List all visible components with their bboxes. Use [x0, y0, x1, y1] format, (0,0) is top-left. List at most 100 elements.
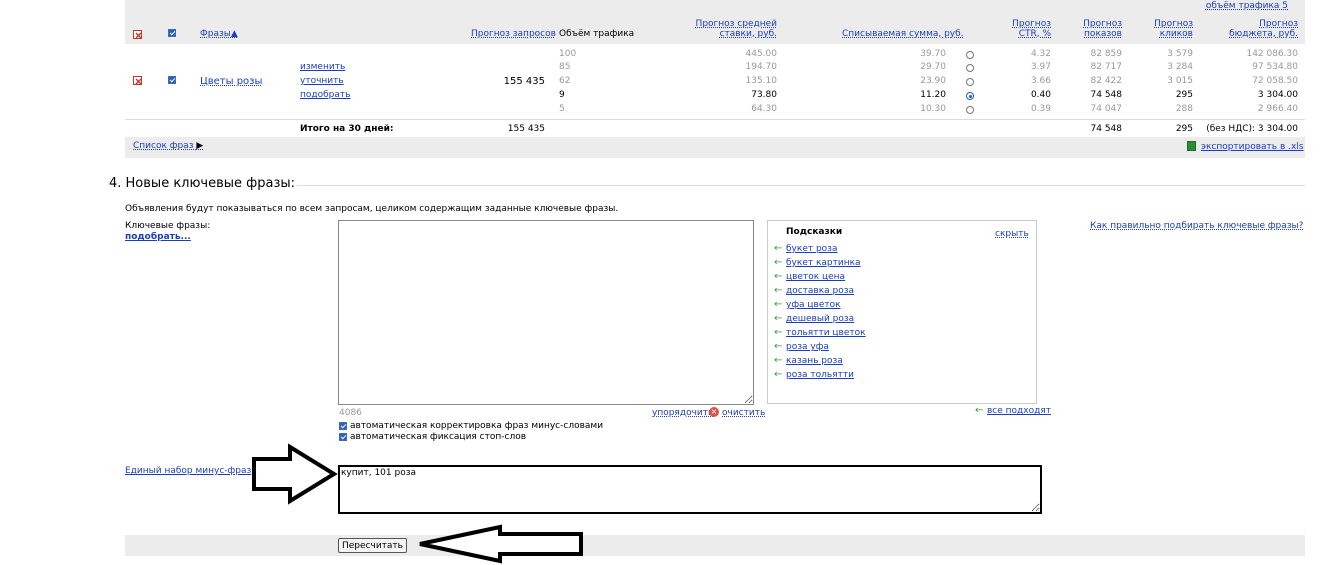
select-all-checkbox[interactable] [168, 29, 176, 37]
hint-item[interactable]: казань роза [786, 356, 843, 366]
row-traffic-cell: 100 [559, 49, 577, 59]
phrase-pick-link[interactable]: подобрать [300, 90, 350, 100]
all-fit-link[interactable]: все подходят [987, 406, 1051, 416]
row-ctr-cell: 4.32 [1030, 49, 1051, 59]
traffic-radio[interactable] [966, 51, 974, 59]
char-counter: 4086 [339, 408, 362, 418]
delete-phrase-icon[interactable] [133, 76, 142, 85]
hint-add-arrow-icon[interactable]: ← [774, 243, 782, 254]
delete-all-icon[interactable] [133, 30, 142, 39]
row-shows-cell: 82 859 [1090, 49, 1123, 59]
phrase-name[interactable]: Цветы розы [200, 76, 262, 87]
requests-header[interactable]: Прогноз запросов [471, 29, 556, 39]
all-fit-arrow-icon: ← [975, 405, 984, 416]
phrase-refine-link[interactable]: уточнить [300, 76, 344, 86]
row-shows-cell: 74 548 [1090, 90, 1123, 100]
row-budget-cell: 72 058.50 [1252, 76, 1298, 86]
hints-hide-link[interactable]: скрыть [995, 229, 1029, 239]
hint-add-arrow-icon[interactable]: ← [774, 327, 782, 338]
hint-item[interactable]: цветок цена [786, 272, 845, 282]
row-bid-cell: 445.00 [745, 49, 778, 59]
clear-link[interactable]: очистить [722, 408, 765, 418]
row-budget-cell: 3 304.00 [1257, 90, 1298, 100]
hint-item[interactable]: роза уфа [786, 342, 829, 352]
shows-header-1[interactable]: Прогноз [1083, 19, 1122, 29]
row-clicks-cell: 288 [1175, 104, 1193, 114]
minus-phrases-textarea[interactable]: купит, 101 роза [338, 465, 1042, 514]
row-shows-cell: 82 422 [1090, 76, 1123, 86]
row-charge-cell: 29.70 [920, 62, 946, 72]
clicks-header-2[interactable]: кликов [1160, 29, 1193, 39]
hint-add-arrow-icon[interactable]: ← [774, 271, 782, 282]
ctr-header-2[interactable]: CTR, % [1019, 29, 1051, 39]
hints-title: Подсказки [786, 227, 843, 237]
hint-add-arrow-icon[interactable]: ← [774, 355, 782, 366]
traffic-radio[interactable] [966, 78, 974, 86]
traffic-radio[interactable] [966, 64, 974, 72]
row-charge-cell: 10.30 [920, 104, 946, 114]
total-row-line [125, 119, 1305, 120]
bottom-band [125, 535, 1305, 556]
auto-fix-label: автоматическая фиксация стоп-слов [350, 432, 527, 442]
annotation-arrow-right-icon [252, 443, 338, 505]
hint-add-arrow-icon[interactable]: ← [774, 285, 782, 296]
avg-bid-header-1[interactable]: Прогноз средней [696, 19, 777, 29]
row-ctr-cell: 0.40 [1030, 90, 1051, 100]
help-link[interactable]: Как правильно подбирать ключевые фразы? [1090, 221, 1303, 231]
row-shows-cell: 74 047 [1090, 104, 1123, 114]
sort-link[interactable]: упорядочить [652, 408, 713, 418]
export-xls-link[interactable]: экспортировать в .xls [1201, 142, 1304, 152]
total-clicks: 295 [1175, 124, 1193, 134]
phrase-list-label[interactable]: Список фраз [133, 141, 193, 151]
section-title: 4. Новые ключевые фразы: [109, 176, 296, 191]
row-charge-cell: 23.90 [920, 76, 946, 86]
row-shows-cell: 82 717 [1090, 62, 1123, 72]
avg-bid-header-2[interactable]: ставки, руб. [720, 29, 777, 39]
hint-item[interactable]: букет картинка [786, 258, 861, 268]
hint-item[interactable]: доставка роза [786, 286, 854, 296]
row-ctr-cell: 0.39 [1030, 104, 1051, 114]
traffic-radio[interactable] [966, 106, 974, 114]
hint-add-arrow-icon[interactable]: ← [774, 257, 782, 268]
hint-item[interactable]: роза тольятти [786, 370, 854, 380]
ctr-header-1[interactable]: Прогноз [1012, 19, 1051, 29]
budget-header-2[interactable]: бюджета, руб. [1229, 29, 1298, 39]
total-label: Итого на 30 дней: [300, 124, 394, 134]
recalculate-button[interactable]: Пересчитать [338, 538, 407, 553]
row-bid-cell: 194.70 [745, 62, 778, 72]
minus-phrases-label[interactable]: Единый набор минус-фраз [125, 466, 251, 476]
hint-add-arrow-icon[interactable]: ← [774, 369, 782, 380]
row-clicks-cell: 3 015 [1167, 76, 1193, 86]
phrase-edit-link[interactable]: изменить [300, 62, 345, 72]
annotation-arrow-left-icon [419, 524, 583, 564]
row-traffic-cell: 62 [559, 76, 571, 86]
hint-add-arrow-icon[interactable]: ← [774, 313, 782, 324]
expand-triangle-icon: ▶ [196, 141, 204, 151]
hint-item[interactable]: тольятти цветок [786, 328, 866, 338]
hint-item[interactable]: букет роза [786, 244, 837, 254]
phrases-sort-header[interactable]: Фразы▲ [200, 29, 238, 39]
budget-header-1[interactable]: Прогноз [1259, 19, 1298, 29]
traffic-radio[interactable] [966, 92, 974, 100]
total-budget: (без НДС): 3 304.00 [1206, 124, 1298, 134]
hint-add-arrow-icon[interactable]: ← [774, 341, 782, 352]
keywords-pick-link[interactable]: подобрать... [125, 232, 191, 242]
hint-item[interactable]: уфа цветок [786, 300, 841, 310]
row-traffic-cell: 85 [559, 62, 571, 72]
total-requests: 155 435 [507, 124, 545, 134]
excel-icon[interactable] [1187, 141, 1196, 151]
auto-fix-checkbox[interactable] [339, 433, 347, 441]
hint-item[interactable]: дешевый роза [786, 314, 854, 324]
top-partial-header[interactable]: объём трафика 5 [1206, 1, 1288, 11]
charge-header[interactable]: Списываемая сумма, руб. [842, 29, 964, 39]
phrase-checkbox[interactable] [168, 76, 176, 84]
shows-header-2[interactable]: показов [1084, 29, 1122, 39]
clear-icon[interactable]: × [709, 407, 719, 417]
hint-add-arrow-icon[interactable]: ← [774, 299, 782, 310]
clicks-header-1[interactable]: Прогноз [1154, 19, 1193, 29]
row-budget-cell: 97 534.80 [1252, 62, 1298, 72]
keywords-textarea[interactable] [338, 220, 754, 405]
row-clicks-cell: 295 [1175, 90, 1193, 100]
auto-correct-checkbox[interactable] [339, 422, 347, 430]
phrase-list-link[interactable]: Список фраз ▶ [133, 141, 203, 151]
